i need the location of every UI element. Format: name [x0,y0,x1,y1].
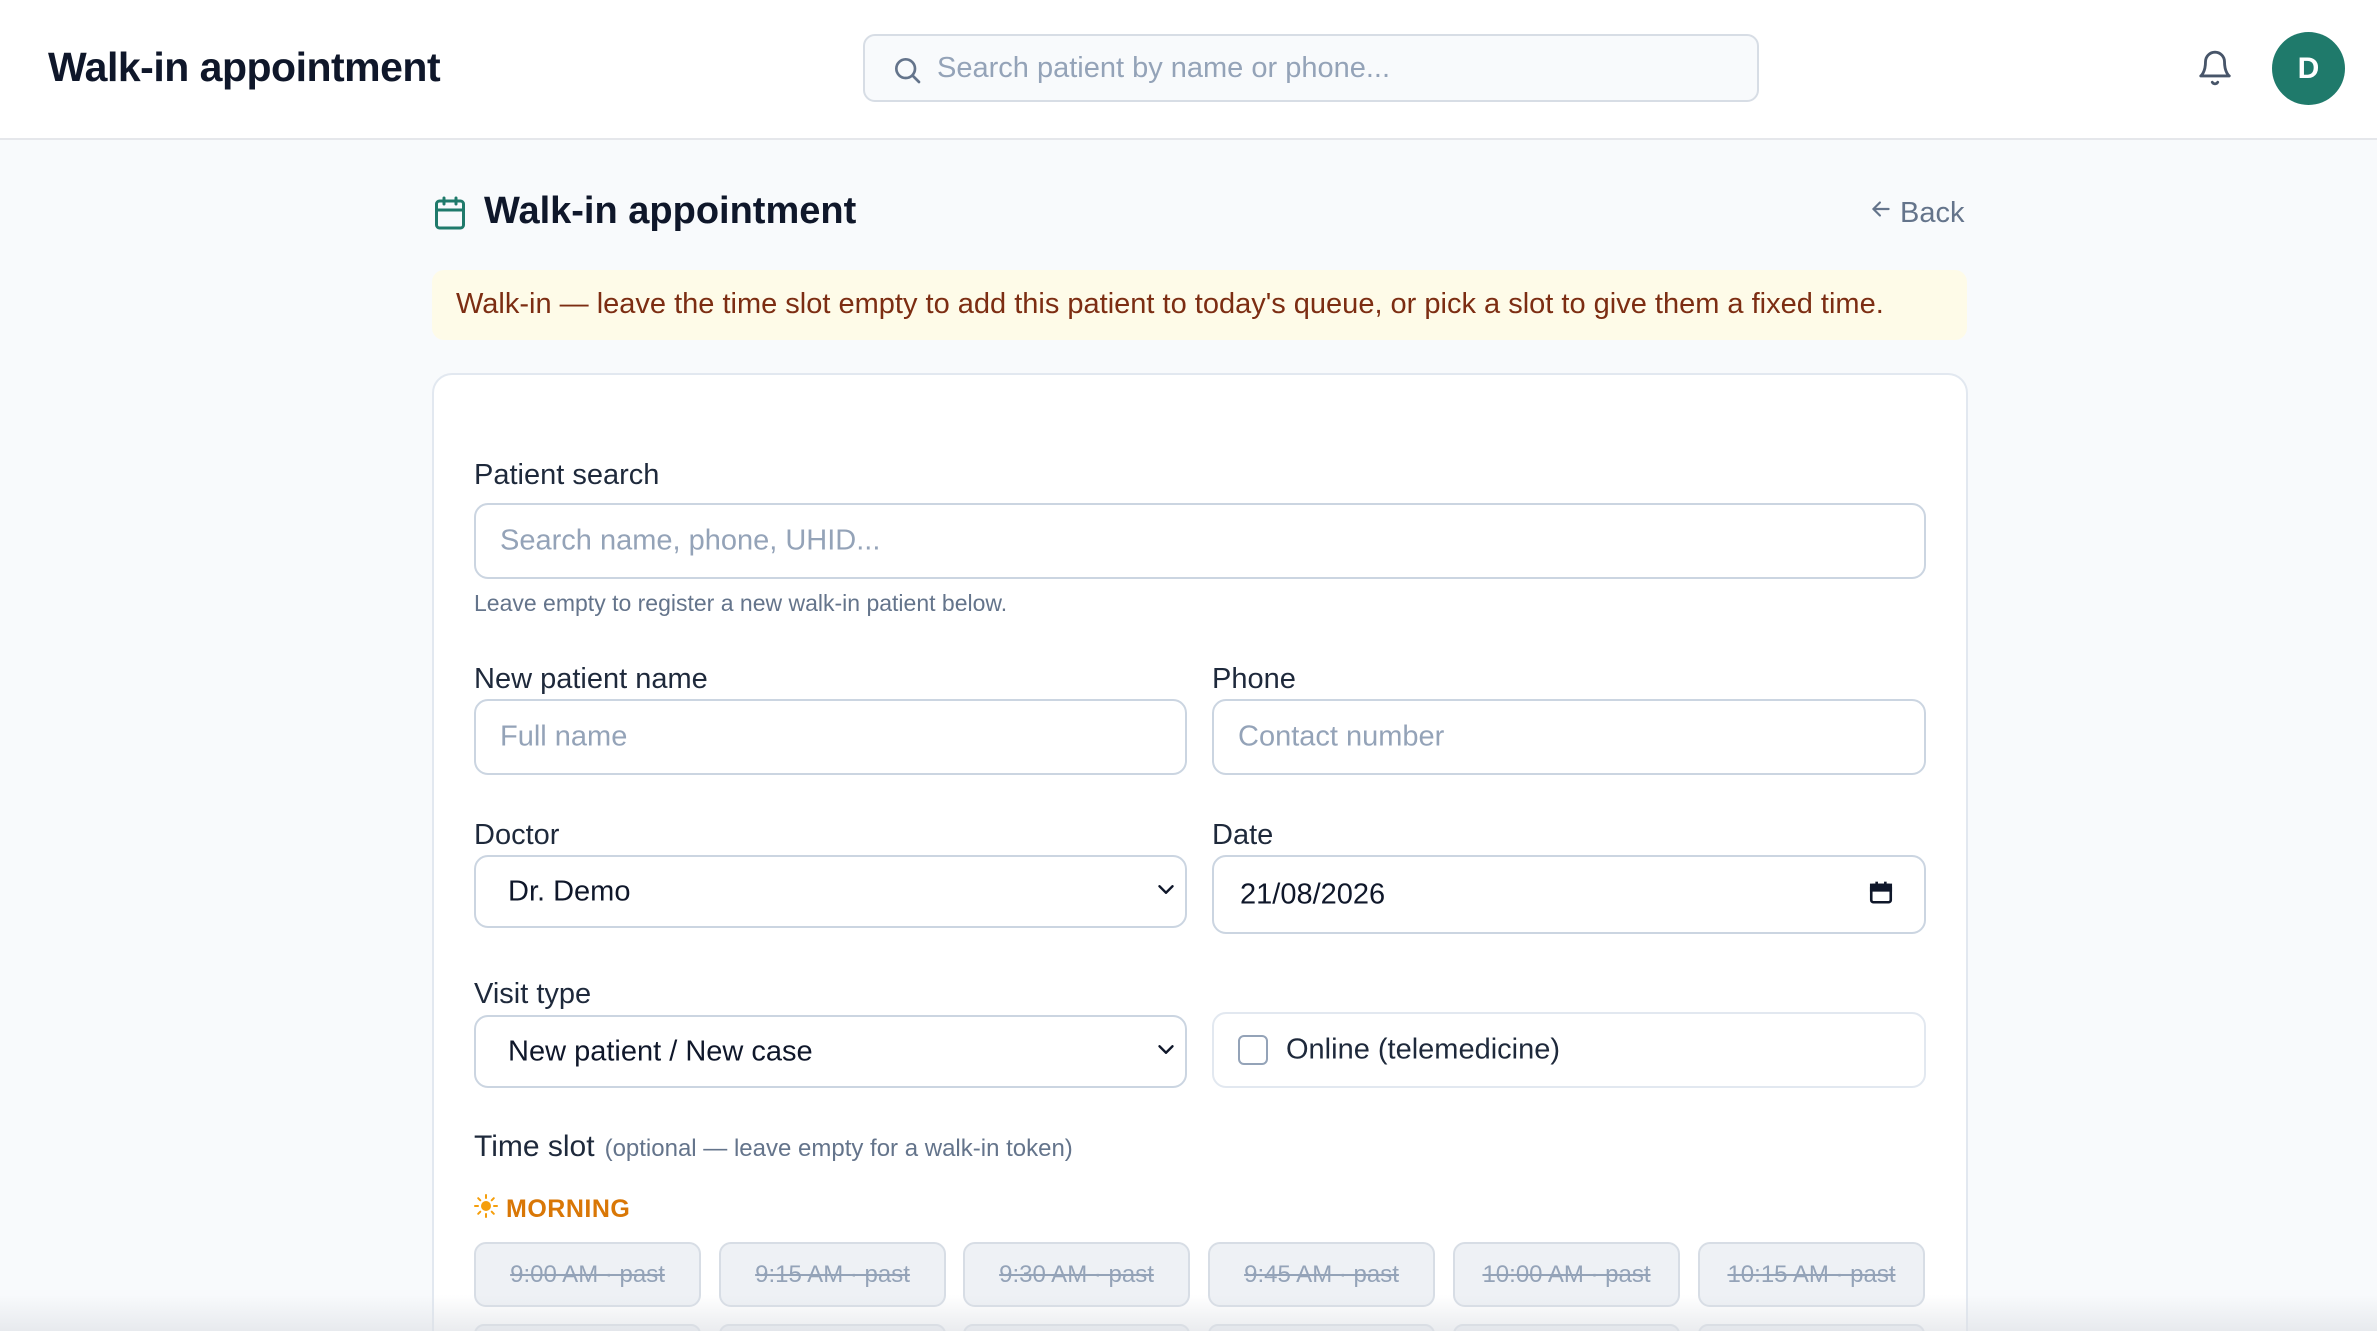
chevron-down-icon [1153,1036,1179,1067]
time-slot-button-partial[interactable] [1208,1324,1435,1331]
doctor-value: Dr. Demo [508,875,631,907]
patient-search-input[interactable]: Search name, phone, UHID... [474,503,1926,579]
back-label: Back [1900,196,1965,229]
global-search-input[interactable]: Search patient by name or phone... [863,34,1759,102]
phone-input[interactable]: Contact number [1212,699,1926,775]
time-slot-title: Time slot [474,1130,595,1163]
morning-label: MORNING [506,1195,631,1223]
avatar[interactable]: D [2272,32,2345,105]
chevron-down-icon [1153,876,1179,907]
patient-search-label: Patient search [474,459,660,491]
time-slot-button-partial[interactable] [963,1324,1190,1331]
visit-type-value: New patient / New case [508,1035,813,1067]
new-patient-name-label: New patient name [474,663,708,695]
time-slot-button[interactable]: 10:15 AM · past [1698,1242,1925,1307]
time-slot-button[interactable]: 10:00 AM · past [1453,1242,1680,1307]
online-telemedicine-toggle[interactable]: Online (telemedicine) [1212,1012,1926,1088]
arrow-left-icon [1868,196,1894,230]
time-slot-button[interactable]: 9:15 AM · past [719,1242,946,1307]
page-title: Walk-in appointment [484,190,857,232]
notice-text: Walk-in — leave the time slot empty to a… [456,288,1884,320]
time-slot-button-partial[interactable] [1453,1324,1680,1331]
visit-type-select[interactable]: New patient / New case [474,1015,1187,1088]
time-slot-button[interactable]: 9:45 AM · past [1208,1242,1435,1307]
date-value: 21/08/2026 [1240,878,1386,910]
new-patient-name-input[interactable]: Full name [474,699,1187,775]
new-patient-name-placeholder: Full name [500,720,628,753]
time-slot-button[interactable]: 9:00 AM · past [474,1242,701,1307]
date-label: Date [1212,819,1274,851]
time-slot-label: Time slot (optional — leave empty for a w… [474,1130,1073,1164]
global-search-placeholder: Search patient by name or phone... [937,52,1391,84]
patient-search-placeholder: Search name, phone, UHID... [500,524,881,557]
calendar-picker-icon[interactable] [1868,878,1894,911]
doctor-label: Doctor [474,819,560,851]
morning-section-label: MORNING [474,1194,630,1225]
doctor-select[interactable]: Dr. Demo [474,855,1187,928]
date-input[interactable]: 21/08/2026 [1212,855,1926,934]
time-slot-button[interactable]: 9:30 AM · past [963,1242,1190,1307]
back-button[interactable]: Back [1868,196,1964,230]
time-slot-optional-note: (optional — leave empty for a walk-in to… [604,1135,1073,1162]
walk-in-notice: Walk-in — leave the time slot empty to a… [432,270,1967,340]
phone-placeholder: Contact number [1238,720,1445,753]
patient-search-hint: Leave empty to register a new walk-in pa… [474,590,1008,616]
online-label: Online (telemedicine) [1286,1033,1561,1066]
time-slot-button-partial[interactable] [474,1324,701,1331]
sun-icon [474,1194,498,1225]
calendar-icon [432,194,468,237]
visit-type-label: Visit type [474,978,592,1010]
search-icon [891,54,923,91]
phone-label: Phone [1212,663,1296,695]
time-slot-button-partial[interactable] [719,1324,946,1331]
top-bar: Walk-in appointment Search patient by na… [0,0,2377,140]
time-slot-button-partial[interactable] [1698,1324,1925,1331]
app-title: Walk-in appointment [48,44,441,90]
bell-icon[interactable] [2196,48,2234,93]
online-checkbox[interactable] [1238,1035,1268,1065]
